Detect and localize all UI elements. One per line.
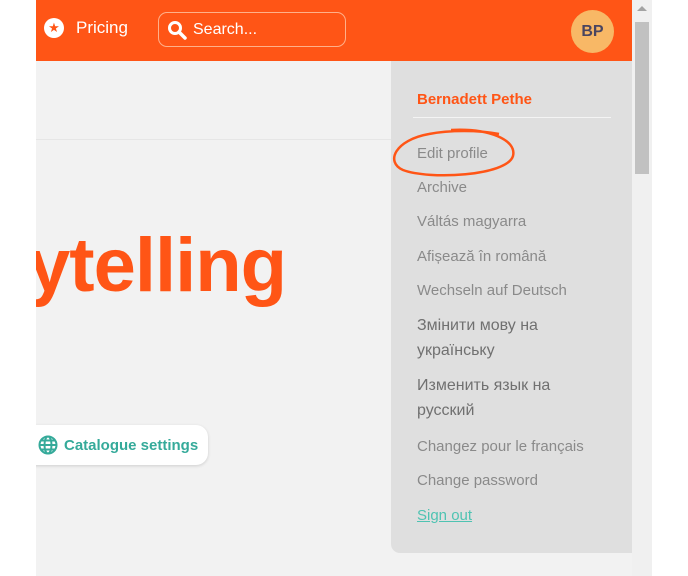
avatar[interactable]: BP	[571, 10, 614, 53]
star-icon: ★	[44, 18, 64, 38]
search-input[interactable]: Search...	[158, 12, 346, 47]
page: ★ Pricing Search... BP ytelling Catalogu…	[36, 0, 632, 576]
menu-item-hungarian[interactable]: Váltás magyarra	[417, 209, 526, 234]
search-icon	[168, 20, 187, 40]
search-placeholder: Search...	[193, 20, 258, 38]
catalogue-settings-button[interactable]: Catalogue settings	[36, 425, 208, 465]
menu-item-ukrainian[interactable]: Змінити мову на українську	[417, 313, 587, 363]
scrollbar-thumb[interactable]	[635, 22, 649, 174]
menu-item-change-password[interactable]: Change password	[417, 468, 538, 493]
pricing-link[interactable]: ★ Pricing	[44, 18, 128, 38]
menu-item-romanian[interactable]: Afișează în română	[417, 244, 546, 269]
menu-item-french[interactable]: Changez pour le français	[417, 434, 584, 459]
scrollbar[interactable]	[632, 0, 652, 576]
divider	[413, 117, 611, 118]
hero-title: ytelling	[36, 223, 287, 308]
pricing-label: Pricing	[76, 18, 128, 37]
catalogue-settings-label: Catalogue settings	[64, 436, 199, 454]
globe-icon	[38, 435, 58, 455]
user-menu: Bernadett Pethe Edit profile Archive Vál…	[391, 61, 632, 553]
menu-item-russian[interactable]: Изменить язык на русский	[417, 373, 587, 423]
menu-item-edit-profile[interactable]: Edit profile	[417, 141, 488, 166]
header: ★ Pricing Search... BP	[36, 0, 632, 61]
menu-item-archive[interactable]: Archive	[417, 175, 467, 200]
scroll-up-icon[interactable]	[637, 6, 647, 11]
menu-item-sign-out[interactable]: Sign out	[417, 503, 472, 528]
user-name: Bernadett Pethe	[417, 91, 533, 108]
menu-item-german[interactable]: Wechseln auf Deutsch	[417, 278, 567, 303]
